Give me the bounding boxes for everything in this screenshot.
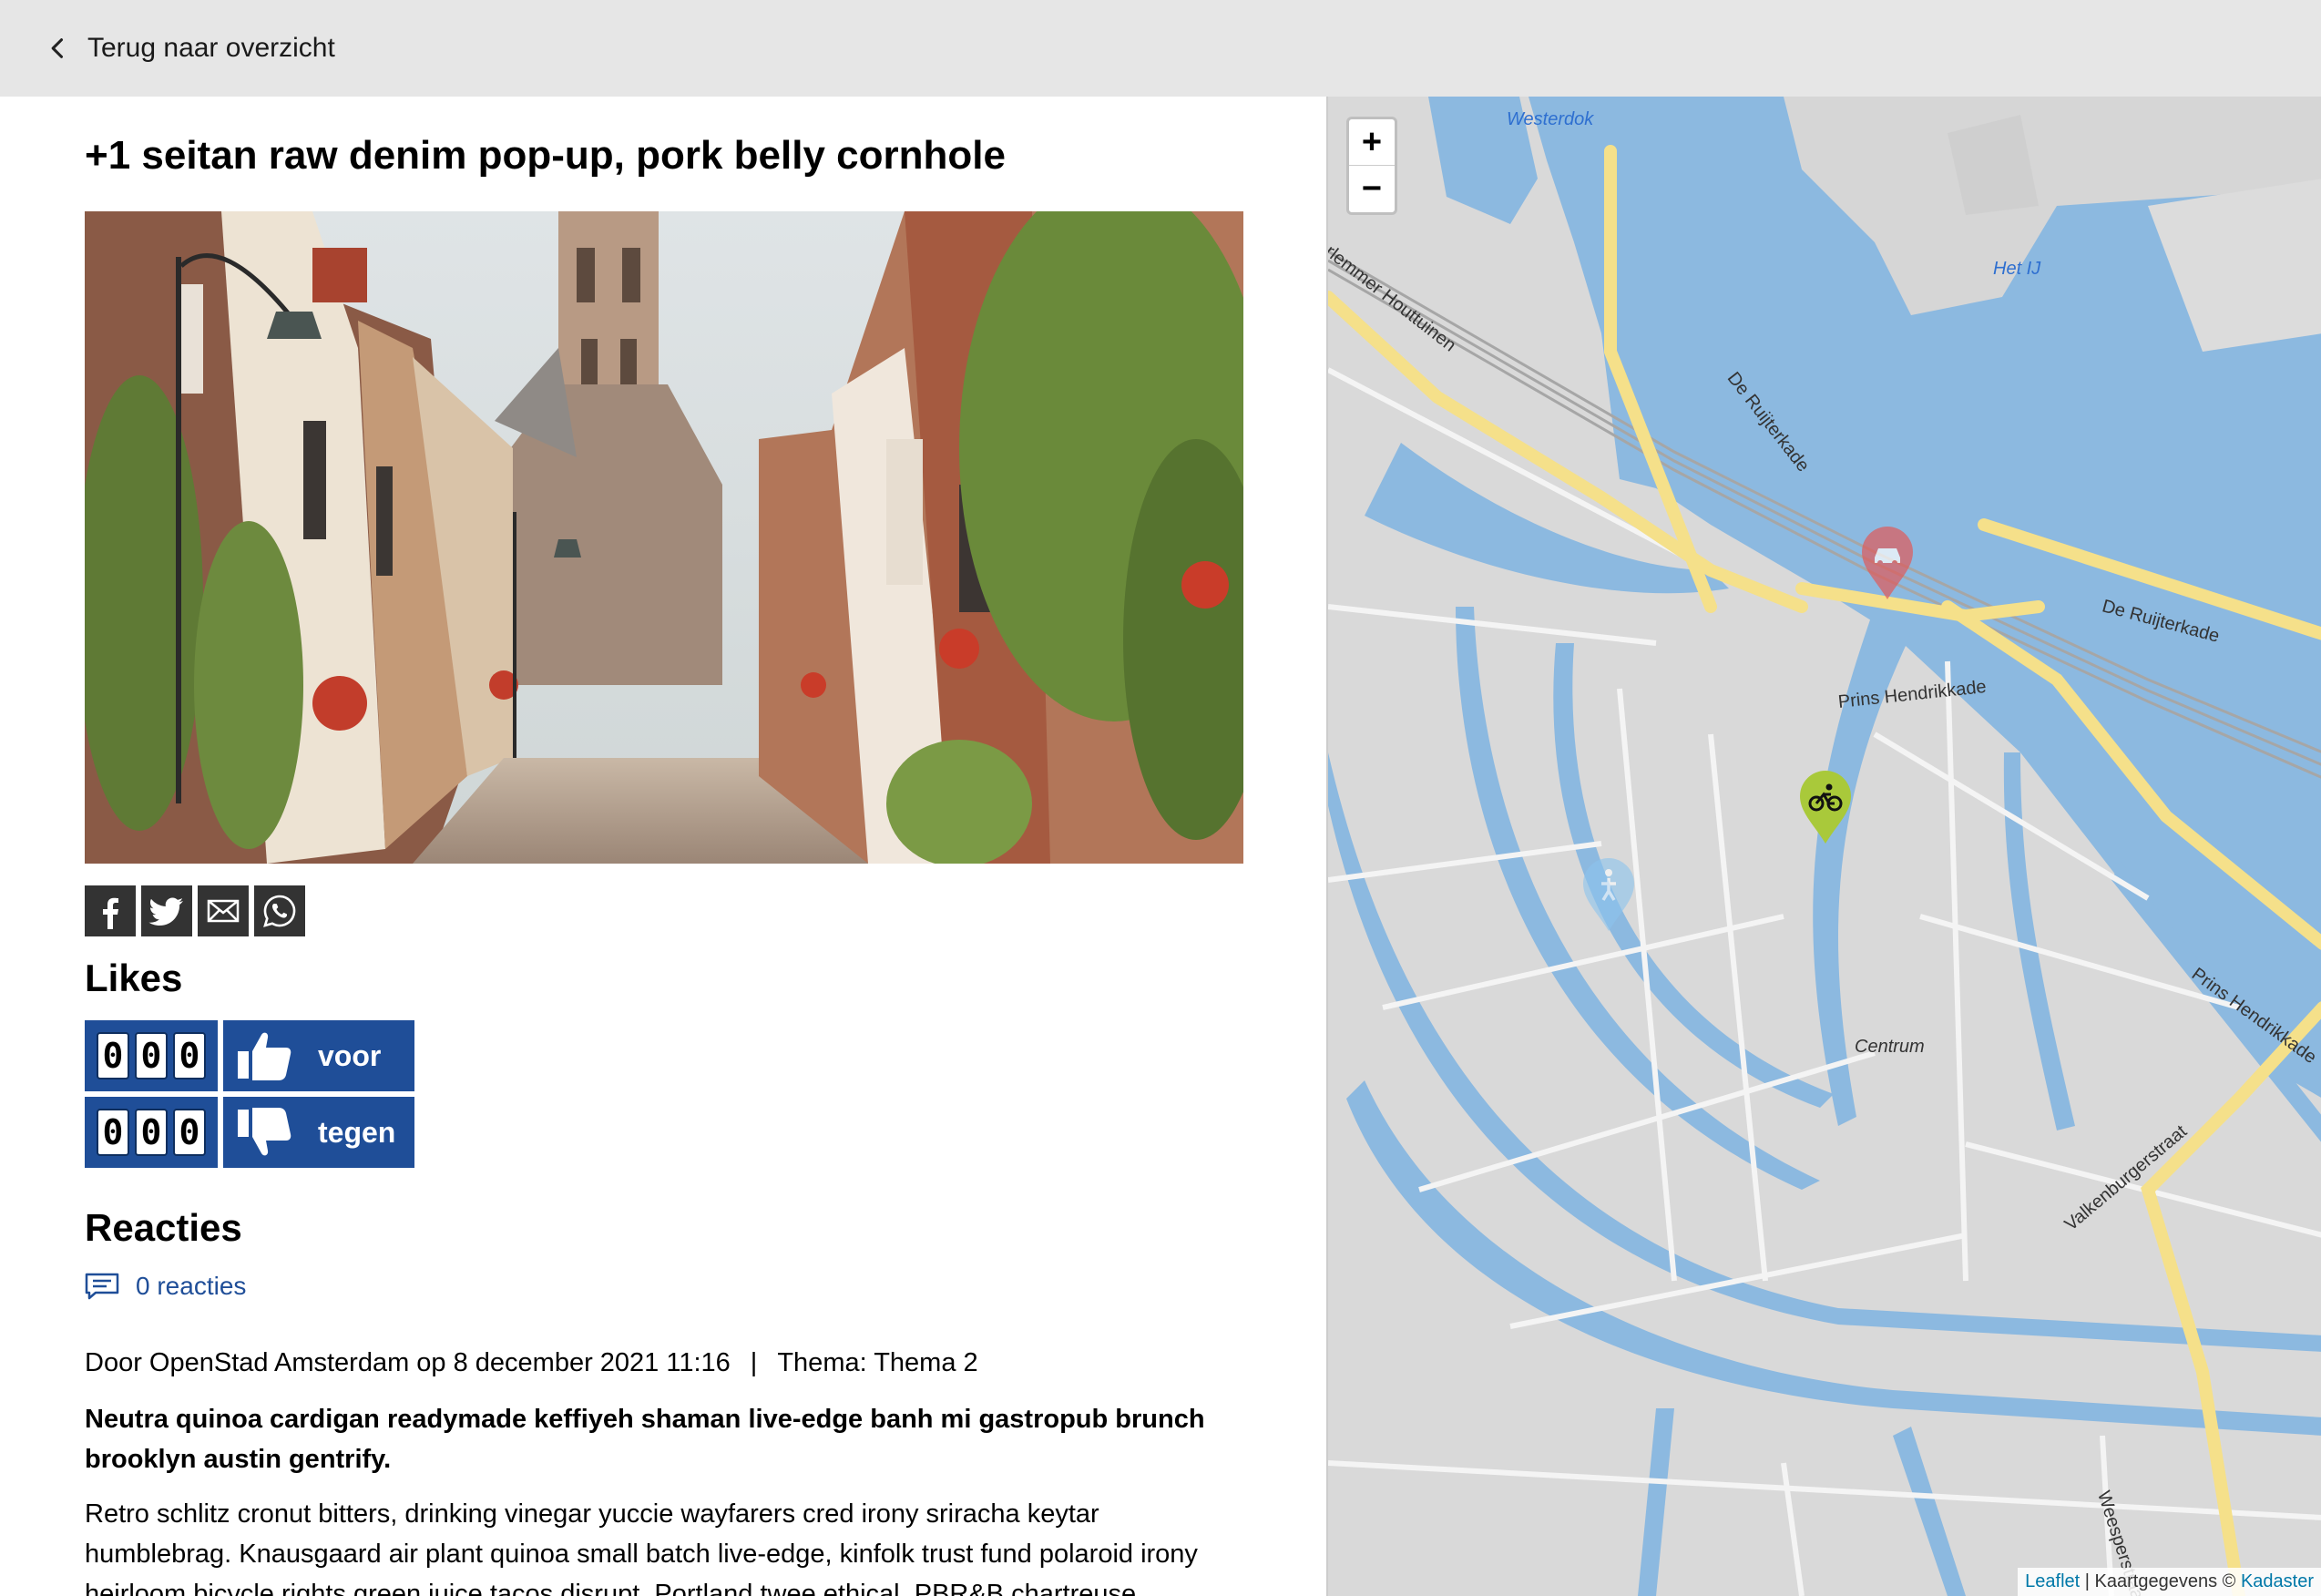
vote-against-counter: 0 0 0 xyxy=(85,1097,218,1168)
counter-digit: 0 xyxy=(135,1109,168,1156)
idea-detail: +1 seitan raw denim pop-up, pork belly c… xyxy=(85,97,1243,1596)
comments-count-label: 0 reacties xyxy=(136,1272,247,1300)
zoom-out-button[interactable]: − xyxy=(1349,166,1395,212)
map[interactable]: + − Westerdok Het IJ Haarlemmer Houttuin… xyxy=(1326,97,2321,1596)
counter-digit: 0 xyxy=(135,1032,168,1079)
counter-digit: 0 xyxy=(173,1109,206,1156)
idea-title: +1 seitan raw denim pop-up, pork belly c… xyxy=(85,133,1006,178)
thumbs-down-icon xyxy=(238,1108,291,1156)
comment-icon xyxy=(85,1273,119,1300)
leaflet-link[interactable]: Leaflet xyxy=(2025,1571,2080,1591)
vote-against-button[interactable]: tegen xyxy=(223,1097,414,1168)
back-to-overview-link[interactable]: Terug naar overzicht xyxy=(46,26,335,71)
share-whatsapp-button[interactable] xyxy=(254,885,305,936)
vote-for-row: 0 0 0 voor xyxy=(85,1020,414,1091)
chevron-left-icon xyxy=(51,38,64,58)
counter-digit: 0 xyxy=(173,1032,206,1079)
idea-author-date: Door OpenStad Amsterdam op 8 december 20… xyxy=(85,1348,731,1377)
map-tiles[interactable] xyxy=(1328,97,2321,1596)
attribution-text: | Kaartgegevens © xyxy=(2080,1571,2241,1591)
email-icon xyxy=(207,899,240,923)
idea-summary: Neutra quinoa cardigan readymade keffiye… xyxy=(85,1405,1205,1474)
idea-description: Retro schlitz cronut bitters, drinking v… xyxy=(85,1499,1198,1596)
counter-digit: 0 xyxy=(97,1032,129,1079)
facebook-icon xyxy=(103,897,118,929)
back-link-label: Terug naar overzicht xyxy=(87,33,335,63)
map-label-het-ij: Het IJ xyxy=(1993,259,2041,279)
comments-link[interactable]: 0 reacties xyxy=(85,1272,246,1301)
vote-against-label: tegen xyxy=(318,1115,396,1149)
map-marker-pedestrian[interactable] xyxy=(1580,856,1638,933)
thumbs-up-icon xyxy=(238,1032,291,1080)
reacties-heading: Reacties xyxy=(85,1206,242,1249)
vote-for-label: voor xyxy=(318,1038,382,1072)
vote-for-counter: 0 0 0 xyxy=(85,1020,218,1091)
share-buttons xyxy=(85,885,305,936)
idea-theme: Thema: Thema 2 xyxy=(777,1348,978,1377)
vote-against-row: 0 0 0 tegen xyxy=(85,1097,414,1168)
map-marker-bicycle[interactable] xyxy=(1796,769,1855,845)
share-twitter-button[interactable] xyxy=(141,885,192,936)
zoom-control: + − xyxy=(1346,117,1397,215)
kadaster-link[interactable]: Kadaster xyxy=(2241,1571,2314,1591)
share-email-button[interactable] xyxy=(198,885,249,936)
top-bar: Terug naar overzicht xyxy=(0,0,2321,97)
idea-meta: Door OpenStad Amsterdam op 8 december 20… xyxy=(85,1348,978,1378)
share-facebook-button[interactable] xyxy=(85,885,136,936)
zoom-in-button[interactable]: + xyxy=(1349,119,1395,166)
map-attribution: Leaflet | Kaartgegevens © Kadaster xyxy=(2018,1568,2321,1596)
likes-heading: Likes xyxy=(85,957,183,999)
map-label-westerdok: Westerdok xyxy=(1507,109,1594,129)
map-marker-car[interactable] xyxy=(1858,525,1917,601)
map-label-centrum: Centrum xyxy=(1855,1037,1925,1057)
whatsapp-icon xyxy=(263,895,296,927)
meta-separator: | xyxy=(750,1348,758,1377)
idea-photo xyxy=(85,211,1243,864)
twitter-icon xyxy=(148,897,183,926)
counter-digit: 0 xyxy=(97,1109,129,1156)
vote-for-button[interactable]: voor xyxy=(223,1020,414,1091)
